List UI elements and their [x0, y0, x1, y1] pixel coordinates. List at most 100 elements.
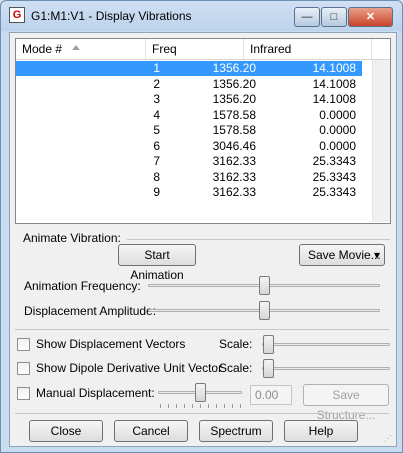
animate-vibration-label: Animate Vibration:: [23, 231, 121, 245]
slider-tick: [192, 404, 193, 408]
slider-tick: [184, 404, 185, 408]
cell-ir: 25.3343: [312, 185, 356, 199]
table-row[interactable]: 9 3162.33 25.3343: [16, 185, 362, 200]
manual-displacement-value[interactable]: 0.00: [250, 385, 292, 405]
save-movie-label: Save Movie...: [308, 248, 381, 262]
table-row[interactable]: 6 3046.46 0.0000: [16, 139, 362, 154]
vectors-scale-slider[interactable]: [263, 335, 274, 354]
window-title: G1:M1:V1 - Display Vibrations: [31, 9, 192, 23]
slider-tick: [232, 404, 233, 408]
title-bar[interactable]: G G1:M1:V1 - Display Vibrations — □ ✕: [1, 1, 402, 31]
displacement-amplitude-slider[interactable]: [258, 301, 270, 320]
column-header-mode[interactable]: Mode #: [16, 39, 146, 59]
cell-mode: 3: [153, 92, 160, 106]
show-dipole-vector-checkbox[interactable]: [17, 362, 30, 375]
cell-ir: 25.3343: [312, 154, 356, 168]
dipole-scale-slider[interactable]: [263, 359, 274, 378]
table-row[interactable]: 5 1578.58 0.0000: [16, 123, 362, 138]
list-header: Mode # Freq Infrared: [16, 39, 390, 60]
cell-ir: 0.0000: [319, 123, 356, 137]
cell-freq: 3046.46: [212, 138, 256, 153]
cell-freq: 1356.20: [212, 61, 256, 75]
group-divider: [127, 239, 390, 240]
cell-mode: 6: [153, 138, 160, 153]
save-structure-button[interactable]: Save Structure...: [303, 384, 389, 422]
slider-tick: [168, 404, 169, 408]
maximize-button[interactable]: □: [321, 7, 347, 27]
vectors-scale-label: Scale:: [219, 337, 253, 351]
minimize-button[interactable]: —: [294, 7, 320, 27]
resize-grip-icon[interactable]: ⋰: [384, 434, 394, 444]
cancel-button[interactable]: Cancel: [114, 420, 188, 442]
list-scrollbar[interactable]: [372, 60, 390, 222]
slider-tick: [224, 404, 225, 408]
table-row[interactable]: 1 1356.20 14.1008: [16, 61, 362, 76]
cell-freq: 1578.58: [212, 123, 256, 137]
minimize-icon: —: [301, 11, 313, 23]
vectors-scale-track[interactable]: [262, 343, 390, 346]
cell-ir: 14.1008: [312, 92, 356, 106]
animation-frequency-label: Animation Frequency:: [24, 279, 141, 293]
cell-mode: 4: [153, 107, 160, 122]
cell-ir: 25.3343: [312, 169, 356, 184]
close-icon: ✕: [365, 11, 376, 23]
table-row[interactable]: 3 1356.20 14.1008: [16, 92, 362, 107]
footer-divider: [15, 413, 389, 414]
show-dipole-vector-label: Show Dipole Derivative Unit Vector: [36, 361, 223, 375]
vibration-mode-list[interactable]: Mode # Freq Infrared 1 1356.20 14.1008 2 135…: [15, 38, 391, 224]
close-window-button[interactable]: ✕: [348, 7, 393, 27]
chevron-down-icon: ▾: [373, 248, 380, 262]
cell-freq: 1578.58: [212, 107, 256, 122]
column-header-label: Mode #: [22, 42, 63, 56]
maximize-icon: □: [330, 11, 338, 23]
slider-tick: [208, 404, 209, 408]
save-movie-button[interactable]: Save Movie... ▾: [299, 244, 385, 266]
cell-freq: 1356.20: [212, 76, 256, 91]
slider-tick: [200, 404, 201, 408]
table-row[interactable]: 7 3162.33 25.3343: [16, 154, 362, 169]
cell-mode: 2: [153, 76, 160, 91]
column-header-label: Infrared: [250, 42, 292, 56]
cell-mode: 9: [153, 185, 160, 199]
cell-mode: 7: [153, 154, 160, 168]
cell-ir: 0.0000: [319, 107, 356, 122]
dialog-window: G G1:M1:V1 - Display Vibrations — □ ✕ Mo…: [0, 0, 403, 453]
dipole-scale-label: Scale:: [219, 361, 253, 375]
cell-ir: 0.0000: [319, 138, 356, 153]
cell-ir: 14.1008: [312, 61, 356, 75]
sort-ascending-icon: [72, 45, 80, 50]
spectrum-button[interactable]: Spectrum: [199, 420, 273, 442]
cell-freq: 1356.20: [212, 92, 256, 106]
animation-frequency-slider[interactable]: [258, 276, 270, 295]
help-button[interactable]: Help: [284, 420, 358, 442]
slider-tick: [176, 404, 177, 408]
cell-freq: 3162.33: [212, 185, 256, 199]
table-row[interactable]: 2 1356.20 14.1008: [16, 77, 362, 92]
slider-tick: [160, 404, 161, 408]
section-divider: [15, 329, 389, 330]
column-header-freq[interactable]: Freq: [146, 39, 244, 59]
start-animation-button[interactable]: Start Animation: [118, 244, 196, 282]
close-button[interactable]: Close: [29, 420, 103, 442]
slider-tick: [216, 404, 217, 408]
cell-mode: 5: [153, 123, 160, 137]
table-row[interactable]: 8 3162.33 25.3343: [16, 170, 362, 185]
displacement-amplitude-label: Displacement Amplitude:: [24, 304, 157, 318]
cell-ir: 14.1008: [312, 76, 356, 91]
column-header-infrared[interactable]: Infrared: [244, 39, 372, 59]
dialog-body: Mode # Freq Infrared 1 1356.20 14.1008 2 135…: [9, 32, 397, 447]
cell-mode: 8: [153, 169, 160, 184]
manual-displacement-checkbox[interactable]: [17, 387, 30, 400]
cell-mode: 1: [153, 61, 160, 75]
show-displacement-vectors-label: Show Displacement Vectors: [36, 337, 186, 351]
manual-displacement-label: Manual Displacement:: [36, 386, 155, 400]
cell-freq: 3162.33: [212, 154, 256, 168]
cell-freq: 3162.33: [212, 169, 256, 184]
show-displacement-vectors-checkbox[interactable]: [17, 338, 30, 351]
slider-tick: [240, 404, 241, 408]
dipole-scale-track[interactable]: [262, 367, 390, 370]
column-header-label: Freq: [152, 42, 177, 56]
app-icon: G: [9, 7, 25, 23]
manual-displacement-slider[interactable]: [195, 383, 206, 402]
table-row[interactable]: 4 1578.58 0.0000: [16, 108, 362, 123]
